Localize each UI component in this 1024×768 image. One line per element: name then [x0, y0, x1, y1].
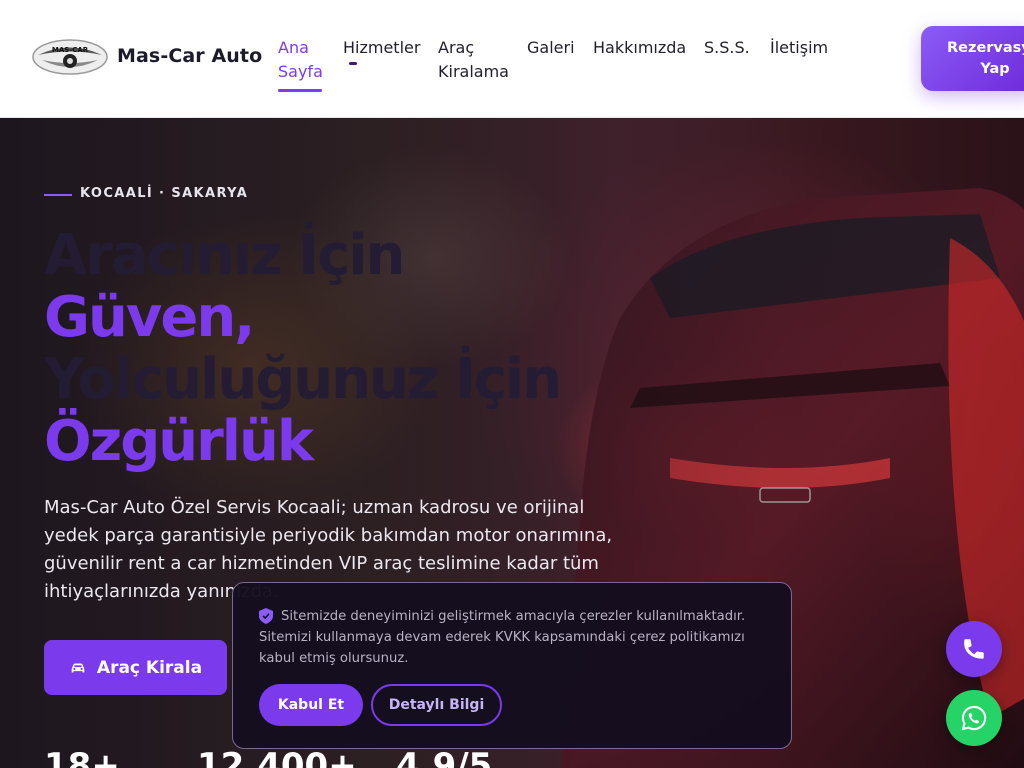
stat-value: 18+: [44, 746, 120, 768]
logo-icon[interactable]: MAS-CAR: [32, 38, 108, 76]
stat-value: 4.9/5: [396, 746, 493, 768]
nav-sss[interactable]: S.S.S.: [704, 36, 750, 60]
nav-label: İletişim: [770, 38, 829, 57]
stat-value: 12.400+: [197, 746, 357, 768]
svg-text:MAS-CAR: MAS-CAR: [52, 46, 89, 54]
nav-label: Galeri: [527, 38, 575, 57]
nav-label: Sayfa: [278, 62, 323, 81]
nav-label: Hizmetler: [343, 38, 421, 57]
reservation-button-label: Rezervasyon: [947, 40, 1024, 56]
whatsapp-icon: [961, 705, 987, 731]
reservation-button-label: Yap: [980, 61, 1010, 77]
hero-kicker: KOCAALİ · SAKARYA: [80, 186, 249, 201]
nav-label: Ana: [278, 38, 309, 57]
kicker-line: [44, 194, 72, 196]
cookie-message: Sitemizde deneyiminizi geliştirmek amacı…: [259, 609, 746, 666]
nav-label: Araç: [438, 38, 475, 57]
nav-label: Hakkımızda: [593, 38, 687, 57]
reservation-button[interactable]: Rezervasyon Yap: [921, 26, 1024, 91]
nav-hakkimizda[interactable]: Hakkımızda: [593, 36, 686, 60]
hero-title-line2: Güven,: [44, 285, 255, 350]
cookie-banner: Sitemizde deneyiminizi geliştirmek amacı…: [232, 582, 792, 749]
hero-title-line4: Özgürlük: [44, 409, 314, 474]
call-button[interactable]: [946, 621, 1002, 677]
phone-icon: [964, 639, 984, 659]
nav-galeri[interactable]: Galeri: [527, 36, 575, 60]
rent-car-button[interactable]: Araç Kirala: [44, 640, 227, 695]
dropdown-indicator-icon: [349, 62, 357, 65]
hero-title-line1: Aracınız İçin: [44, 223, 405, 288]
nav-arac-kiralama[interactable]: Araç Kiralama: [438, 36, 509, 84]
brand-name[interactable]: Mas-Car Auto: [117, 45, 262, 67]
site-header: MAS-CAR Mas-Car Auto Ana Sayfa Hizmetler…: [0, 0, 1024, 118]
hero-title-line3: Yolculuğunuz İçin: [44, 347, 562, 412]
nav-label: Kiralama: [438, 62, 509, 81]
whatsapp-button[interactable]: [946, 690, 1002, 746]
nav-hizmetler[interactable]: Hizmetler: [343, 36, 420, 60]
accept-cookies-button[interactable]: Kabul Et: [259, 684, 363, 726]
nav-iletisim[interactable]: İletişim: [770, 36, 828, 60]
cookie-details-button[interactable]: Detaylı Bilgi: [371, 684, 502, 726]
nav-label: S.S.S.: [704, 38, 750, 57]
car-icon: [71, 663, 85, 672]
nav-ana-sayfa[interactable]: Ana Sayfa: [278, 36, 323, 92]
rent-car-button-label: Araç Kirala: [96, 657, 203, 678]
